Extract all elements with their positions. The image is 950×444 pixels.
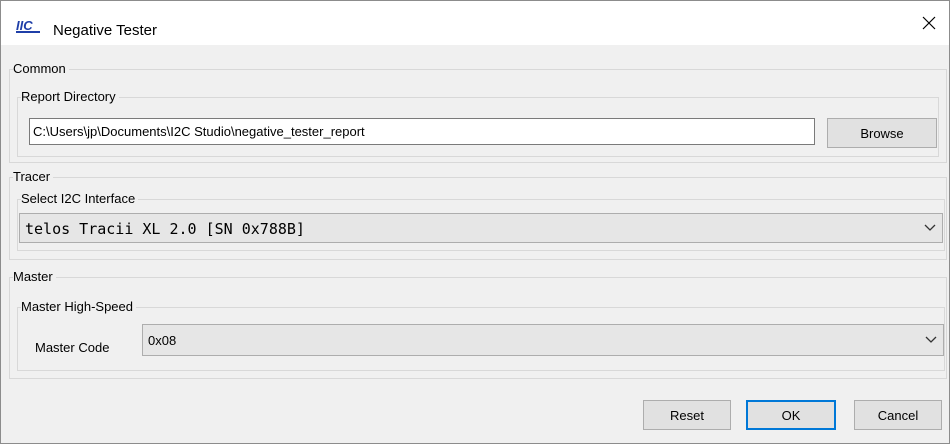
close-icon bbox=[922, 16, 936, 30]
logo-text: IIC bbox=[16, 18, 33, 33]
negative-tester-dialog: IIC Negative Tester Common Report Direct… bbox=[0, 0, 950, 444]
tracer-group-label: Tracer bbox=[13, 169, 54, 185]
master-code-value: 0x08 bbox=[148, 333, 177, 348]
master-high-speed-label: Master High-Speed bbox=[21, 299, 136, 315]
close-button[interactable] bbox=[909, 1, 949, 45]
master-group-label: Master bbox=[13, 269, 56, 285]
cancel-button[interactable]: Cancel bbox=[854, 400, 942, 430]
title-bar[interactable]: IIC Negative Tester bbox=[1, 1, 949, 45]
common-group-label: Common bbox=[13, 61, 69, 77]
i2c-interface-value: telos Tracii XL 2.0 [SN 0x788B] bbox=[25, 220, 305, 238]
window-title: Negative Tester bbox=[53, 22, 157, 39]
i2c-interface-select[interactable]: telos Tracii XL 2.0 [SN 0x788B] bbox=[19, 213, 943, 243]
report-directory-input[interactable]: C:\Users\jp\Documents\I2C Studio\negativ… bbox=[29, 118, 815, 145]
chevron-down-icon bbox=[925, 336, 937, 343]
browse-button[interactable]: Browse bbox=[827, 118, 937, 148]
master-code-select[interactable]: 0x08 bbox=[142, 324, 944, 356]
reset-button[interactable]: Reset bbox=[643, 400, 731, 430]
app-logo-icon: IIC bbox=[16, 18, 40, 33]
select-interface-label: Select I2C Interface bbox=[21, 191, 139, 207]
chevron-down-icon bbox=[924, 224, 936, 231]
report-directory-label: Report Directory bbox=[21, 89, 119, 105]
ok-button[interactable]: OK bbox=[746, 400, 836, 430]
master-code-label: Master Code bbox=[35, 340, 110, 355]
